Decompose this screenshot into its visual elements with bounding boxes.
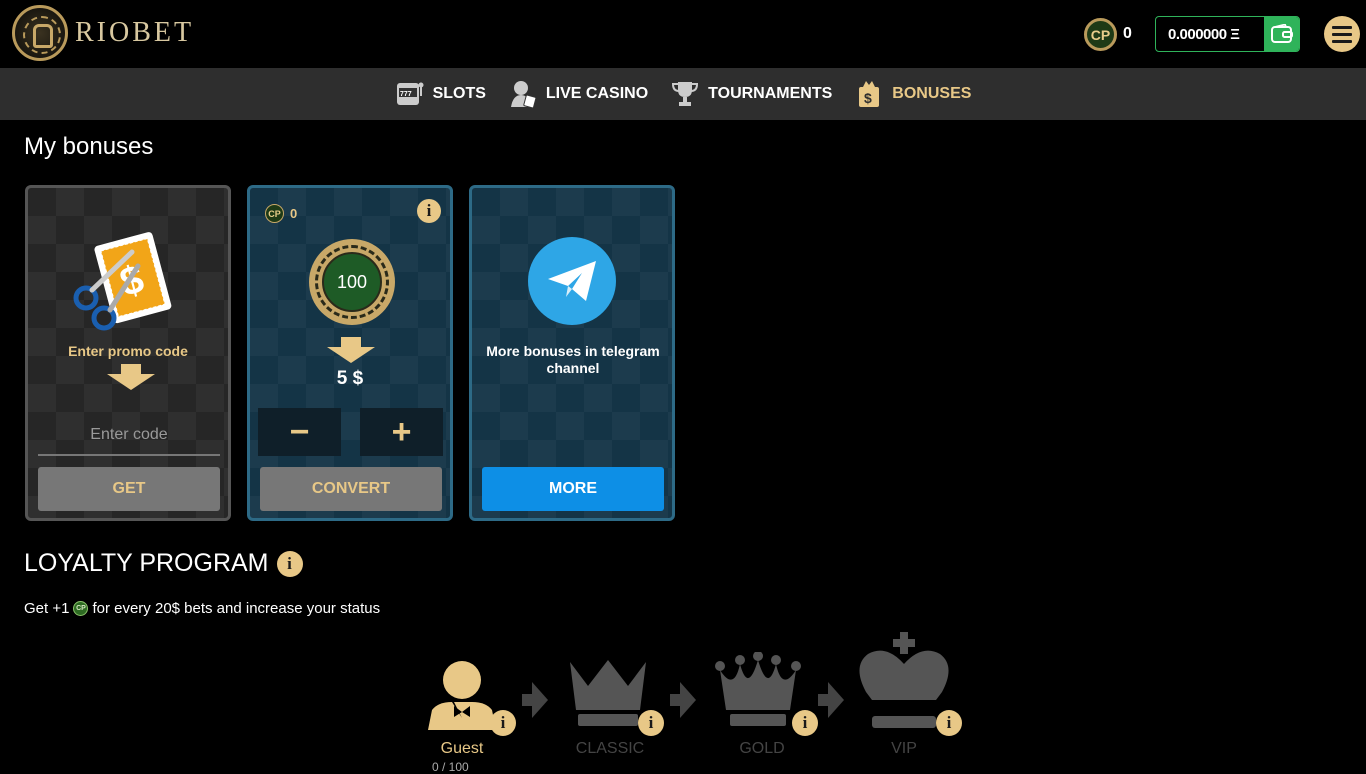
chip-value: 100 bbox=[322, 252, 382, 312]
level-label-classic: CLASSIC bbox=[575, 740, 645, 757]
dealer-icon bbox=[508, 79, 538, 109]
telegram-text: More bonuses in telegram channel bbox=[486, 343, 660, 376]
telegram-icon bbox=[528, 237, 616, 325]
convert-button[interactable]: CONVERT bbox=[260, 467, 442, 511]
balance-widget[interactable]: 0.000000 Ξ bbox=[1155, 16, 1300, 52]
info-icon[interactable]: i bbox=[276, 550, 303, 577]
cp-coin-icon: CP bbox=[1084, 18, 1117, 51]
nav-label-tournaments: TOURNAMENTS bbox=[708, 85, 833, 102]
level-label-gold: GOLD bbox=[739, 740, 785, 757]
arrow-down-icon bbox=[107, 364, 155, 390]
crown-gold-icon bbox=[715, 652, 801, 726]
info-icon[interactable]: i bbox=[638, 710, 664, 736]
nav-label-live-casino: LIVE CASINO bbox=[545, 85, 649, 102]
cp-balance: 0 bbox=[290, 206, 298, 221]
level-classic[interactable]: i CLASSIC bbox=[568, 630, 668, 768]
loyalty-title: LOYALTY PROGRAM bbox=[24, 549, 269, 577]
balance-value: 0.000000 Ξ bbox=[1168, 25, 1240, 43]
arrow-right-icon bbox=[670, 682, 696, 718]
promo-code-input[interactable] bbox=[38, 416, 220, 456]
page-title: My bonuses bbox=[24, 133, 154, 160]
cp-convert-card: CP 0 i 100 5 $ − + CONVERT bbox=[247, 185, 453, 521]
info-icon[interactable]: i bbox=[490, 710, 516, 736]
cp-count: 0 bbox=[1123, 25, 1132, 42]
arrow-down-icon bbox=[327, 337, 375, 363]
slot-machine-icon: 777 bbox=[395, 79, 425, 109]
nav-item-live-casino[interactable]: LIVE CASINO bbox=[508, 68, 648, 120]
nav-label-slots: SLOTS bbox=[432, 85, 486, 102]
nav-item-bonuses[interactable]: $ BONUSES bbox=[854, 68, 971, 120]
info-icon[interactable]: i bbox=[936, 710, 962, 736]
riobet-logo[interactable]: RIOBET bbox=[12, 5, 194, 61]
promo-code-card: $ Enter promo code GET bbox=[25, 185, 231, 521]
info-icon[interactable]: i bbox=[792, 710, 818, 736]
more-button[interactable]: MORE bbox=[482, 467, 664, 511]
cp-coin-icon: CP bbox=[73, 601, 89, 616]
guest-avatar-icon bbox=[428, 661, 496, 730]
increase-button[interactable]: + bbox=[360, 408, 443, 456]
wallet-icon bbox=[1270, 24, 1293, 43]
header: RIOBET CP 0 0.000000 Ξ bbox=[0, 0, 1366, 68]
coupon-scissors-icon: $ bbox=[73, 232, 172, 331]
crown-classic-icon bbox=[570, 660, 646, 726]
get-button[interactable]: GET bbox=[38, 467, 220, 511]
bonus-bag-icon: $ bbox=[854, 79, 884, 109]
level-vip[interactable]: i VIP bbox=[856, 630, 962, 768]
loyalty-levels: i Guest 0 / 100 i CLASSIC i GOLD i VIP bbox=[420, 630, 980, 774]
info-icon[interactable]: i bbox=[417, 199, 441, 223]
level-label-guest: Guest bbox=[440, 740, 484, 757]
nav-item-tournaments[interactable]: TOURNAMENTS bbox=[670, 68, 832, 120]
loyalty-description: Get +1 CP for every 20$ bets and increas… bbox=[24, 600, 381, 617]
wallet-button[interactable] bbox=[1264, 17, 1299, 51]
decrease-button[interactable]: − bbox=[258, 408, 341, 456]
svg-text:777: 777 bbox=[400, 91, 412, 98]
brand-name: RIOBET bbox=[75, 17, 195, 48]
telegram-card: More bonuses in telegram channel MORE bbox=[469, 185, 675, 521]
arrow-right-icon bbox=[522, 682, 548, 718]
chip-icon: 100 bbox=[309, 239, 395, 325]
level-guest[interactable]: i Guest 0 / 100 bbox=[420, 630, 520, 774]
arrow-right-icon bbox=[818, 682, 844, 718]
trophy-icon bbox=[670, 79, 700, 109]
hamburger-menu-button[interactable] bbox=[1324, 16, 1360, 52]
nav-label-bonuses: BONUSES bbox=[892, 85, 972, 102]
cp-coin-icon: CP bbox=[265, 204, 284, 223]
convert-result: 5 $ bbox=[336, 368, 364, 389]
level-label-vip: VIP bbox=[891, 740, 917, 757]
main-nav: 777 SLOTS LIVE CASINO TOURNAMENTS $ BONU… bbox=[0, 68, 1366, 120]
level-gold[interactable]: i GOLD bbox=[714, 630, 818, 768]
promo-label: Enter promo code bbox=[68, 343, 188, 359]
svg-text:$: $ bbox=[864, 90, 872, 106]
nav-item-slots[interactable]: 777 SLOTS bbox=[395, 68, 486, 120]
level-progress: 0 / 100 bbox=[432, 760, 469, 774]
loyalty-heading: LOYALTY PROGRAM i bbox=[24, 549, 303, 578]
logo-emblem-icon bbox=[12, 5, 68, 61]
